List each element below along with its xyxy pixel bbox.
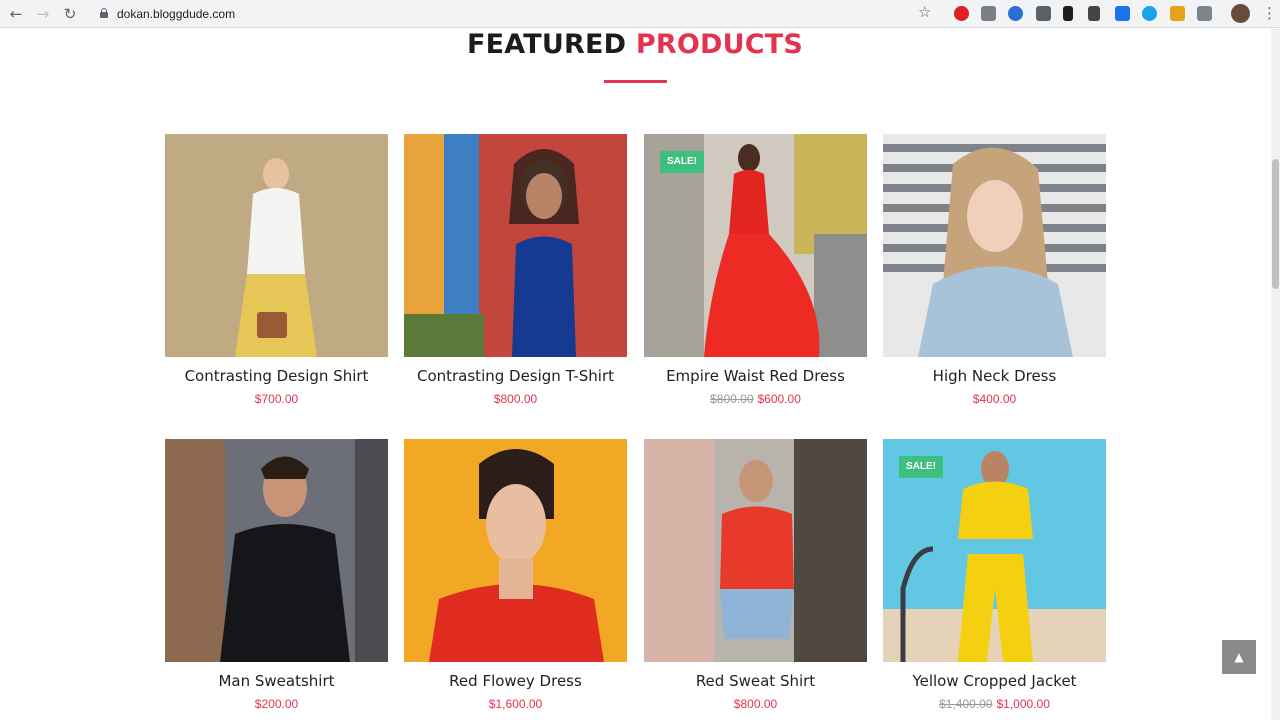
current-price: $200.00 bbox=[254, 697, 299, 711]
section-title: FEATURED PRODUCTS bbox=[0, 29, 1270, 60]
back-icon[interactable]: ← bbox=[6, 4, 26, 24]
ext-icon-9[interactable] bbox=[1170, 6, 1185, 21]
product-price: $1,600.00 bbox=[394, 697, 637, 711]
page-content: FEATURED PRODUCTS Contrasting Design Shi… bbox=[0, 29, 1280, 720]
ext-icon-4[interactable] bbox=[1036, 6, 1051, 21]
product-name[interactable]: High Neck Dress bbox=[873, 367, 1116, 385]
ext-icon-6[interactable] bbox=[1088, 6, 1100, 21]
ext-icon-3[interactable] bbox=[1008, 6, 1023, 21]
product-image[interactable] bbox=[883, 134, 1106, 357]
scrollbar-thumb[interactable] bbox=[1272, 159, 1279, 289]
opera-extension-icon[interactable] bbox=[954, 6, 969, 21]
sale-badge: SALE! bbox=[660, 151, 704, 173]
vertical-dots-icon[interactable]: ⋮ bbox=[1262, 4, 1277, 22]
current-price: $700.00 bbox=[254, 392, 299, 406]
product-image[interactable] bbox=[404, 134, 627, 357]
lock-icon bbox=[100, 8, 108, 18]
old-price: $800.00 bbox=[710, 392, 754, 406]
sale-badge: SALE! bbox=[899, 456, 943, 478]
product-price: $800.00 bbox=[634, 697, 877, 711]
product-price: $700.00 bbox=[155, 392, 398, 406]
profile-avatar[interactable] bbox=[1231, 4, 1250, 23]
product-image[interactable]: SALE! bbox=[883, 439, 1106, 662]
scroll-to-top-button[interactable]: ▲ bbox=[1222, 640, 1256, 674]
product-name[interactable]: Yellow Cropped Jacket bbox=[873, 672, 1116, 690]
current-price: $600.00 bbox=[757, 392, 801, 406]
product-image[interactable] bbox=[404, 439, 627, 662]
product-price: $200.00 bbox=[155, 697, 398, 711]
product-price: $800.00 $600.00 bbox=[634, 392, 877, 406]
product-image[interactable]: SALE! bbox=[644, 134, 867, 357]
browser-toolbar: ← → ↻ dokan.bloggdude.com ☆ ⋮ bbox=[0, 0, 1280, 28]
current-price: $1,600.00 bbox=[488, 697, 543, 711]
current-price: $1,000.00 bbox=[996, 697, 1050, 711]
ext-icon-8[interactable] bbox=[1142, 6, 1157, 21]
product-name[interactable]: Contrasting Design Shirt bbox=[155, 367, 398, 385]
ext-icon-2[interactable] bbox=[981, 6, 996, 21]
product-price: $1,400.00 $1,000.00 bbox=[873, 697, 1116, 711]
chevron-up-icon: ▲ bbox=[1234, 650, 1244, 664]
title-dark: FEATURED bbox=[466, 29, 627, 60]
product-image[interactable] bbox=[165, 134, 388, 357]
download-extension-icon[interactable] bbox=[1115, 6, 1130, 21]
product-name[interactable]: Man Sweatshirt bbox=[155, 672, 398, 690]
address-bar[interactable]: dokan.bloggdude.com bbox=[88, 2, 948, 26]
product-image[interactable] bbox=[165, 439, 388, 662]
title-underline bbox=[604, 80, 667, 83]
ext-icon-5[interactable] bbox=[1063, 6, 1073, 21]
product-image[interactable] bbox=[644, 439, 867, 662]
old-price: $1,400.00 bbox=[939, 697, 993, 711]
product-price: $800.00 bbox=[394, 392, 637, 406]
current-price: $800.00 bbox=[493, 392, 538, 406]
product-name[interactable]: Red Flowey Dress bbox=[394, 672, 637, 690]
url-text[interactable]: dokan.bloggdude.com bbox=[117, 7, 235, 21]
product-price: $400.00 bbox=[873, 392, 1116, 406]
forward-icon[interactable]: → bbox=[33, 4, 53, 24]
page-scrollbar[interactable] bbox=[1271, 29, 1280, 720]
ext-icon-10[interactable] bbox=[1197, 6, 1212, 21]
product-name[interactable]: Empire Waist Red Dress bbox=[634, 367, 877, 385]
current-price: $400.00 bbox=[972, 392, 1017, 406]
product-name[interactable]: Contrasting Design T-Shirt bbox=[394, 367, 637, 385]
title-accent: PRODUCTS bbox=[635, 29, 804, 60]
reload-icon[interactable]: ↻ bbox=[60, 4, 80, 24]
current-price: $800.00 bbox=[733, 697, 778, 711]
product-name[interactable]: Red Sweat Shirt bbox=[634, 672, 877, 690]
bookmark-star-icon[interactable]: ☆ bbox=[918, 3, 931, 21]
